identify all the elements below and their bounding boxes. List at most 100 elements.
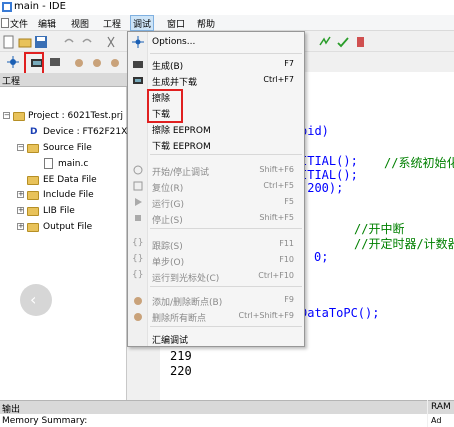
- back-arrow-button[interactable]: ‹: [20, 284, 52, 316]
- menu-label: 擦除 EEPROM: [152, 126, 211, 136]
- options-toolbar-icon[interactable]: [6, 55, 20, 69]
- output-panel-header: 输出: [0, 400, 427, 415]
- ram-panel-title: RAM: [431, 402, 451, 412]
- menu-item-build[interactable]: 生成(B) F7: [128, 56, 304, 72]
- menu-window[interactable]: 窗口: [167, 17, 185, 30]
- menu-separator: [150, 154, 302, 155]
- menu-item-reset[interactable]: 复位(R) Ctrl+F5: [128, 178, 304, 194]
- project-panel-header: 工程: [0, 73, 127, 87]
- menu-edit[interactable]: 编辑: [38, 17, 56, 30]
- menu-shortcut: F11: [279, 239, 294, 248]
- hand-icon-2[interactable]: [90, 55, 104, 69]
- menu-shortcut: Ctrl+F5: [263, 181, 294, 190]
- menu-label: 生成并下载: [152, 78, 198, 88]
- menu-label: 开始/停止调试: [152, 168, 210, 178]
- menu-item-clear-breakpoints[interactable]: 删除所有断点 Ctrl+Shift+F9: [128, 308, 304, 324]
- highlight-box-download: [147, 89, 183, 123]
- open-folder-icon[interactable]: [18, 35, 32, 49]
- undo-icon[interactable]: [62, 35, 76, 49]
- folder-icon: [27, 207, 39, 216]
- check-icon[interactable]: [336, 35, 350, 49]
- menu-item-run[interactable]: 运行(G) F5: [128, 194, 304, 210]
- menu-label: 添加/删除断点(B): [152, 298, 223, 308]
- tree-item-output-file[interactable]: Output File: [43, 222, 92, 232]
- tree-item-device[interactable]: Device : FT62F21X: [43, 127, 127, 137]
- menu-bar: 文件 编辑 视图 工程 调试 窗口 帮助: [0, 15, 454, 31]
- save-icon[interactable]: [34, 35, 48, 49]
- menu-label: 删除所有断点: [152, 314, 207, 324]
- menu-shortcut: Ctrl+F7: [263, 75, 294, 84]
- code-line: DataToPC();: [300, 306, 380, 320]
- menu-help[interactable]: 帮助: [197, 17, 215, 30]
- bookmark-icon[interactable]: [354, 35, 368, 49]
- window-title: main - IDE: [14, 1, 66, 12]
- menu-label: 单步(O): [152, 258, 185, 268]
- project-panel: − Project : 6021Test.prj D Device : FT62…: [0, 87, 127, 400]
- menu-label: 运行到光标处(C): [152, 274, 220, 284]
- folder-icon: [27, 176, 39, 185]
- new-file-icon[interactable]: [2, 35, 16, 49]
- tree-item-lib-file[interactable]: LIB File: [43, 206, 75, 216]
- output-panel: Memory Summary:: [0, 414, 427, 427]
- menu-item-build-and-download[interactable]: 生成并下载 Ctrl+F7: [128, 72, 304, 88]
- title-bar: main - IDE: [0, 0, 454, 15]
- menu-item-toggle-breakpoint[interactable]: 添加/删除断点(B) F9: [128, 292, 304, 308]
- code-line: ITIAL();: [300, 154, 358, 168]
- collapse-toggle[interactable]: −: [3, 112, 10, 119]
- menu-shortcut: Ctrl+Shift+F9: [238, 311, 294, 320]
- menu-item-assembly-debug[interactable]: 汇编调试: [128, 330, 304, 346]
- menu-item-options[interactable]: Options...: [128, 34, 304, 50]
- clear-breakpoints-icon: [134, 313, 142, 321]
- step-into-icon: {}: [132, 238, 144, 248]
- menu-item-run-to-cursor[interactable]: {} 运行到光标处(C) Ctrl+F10: [128, 268, 304, 284]
- stop-icon: [135, 215, 141, 221]
- build-download-icon: [133, 77, 143, 84]
- menu-label: 生成(B): [152, 62, 184, 72]
- options-icon: [132, 36, 144, 48]
- menu-debug[interactable]: 调试: [130, 15, 155, 31]
- chevron-left-icon: ‹: [30, 290, 37, 309]
- hand-icon-1[interactable]: [72, 55, 86, 69]
- menu-shortcut: F9: [284, 295, 294, 304]
- tree-item-include-file[interactable]: Include File: [43, 190, 94, 200]
- debug-start-icon: [133, 165, 143, 175]
- code-line: (200);: [300, 181, 344, 195]
- menu-view[interactable]: 视图: [71, 17, 89, 30]
- menu-shortcut: Ctrl+F10: [258, 271, 294, 280]
- expand-toggle[interactable]: +: [17, 207, 24, 214]
- breakpoint-icon: [134, 297, 142, 305]
- menu-item-start-stop-debug[interactable]: 开始/停止调试 Shift+F6: [128, 162, 304, 178]
- folder-icon: [27, 144, 39, 153]
- redo-icon[interactable]: [80, 35, 94, 49]
- menu-item-step-into[interactable]: {} 跟踪(S) F11: [128, 236, 304, 252]
- collapse-toggle[interactable]: −: [17, 144, 24, 151]
- menu-file[interactable]: 文件: [10, 17, 28, 30]
- output-text: Memory Summary:: [2, 416, 88, 426]
- expand-toggle[interactable]: +: [17, 191, 24, 198]
- menu-item-download-eeprom[interactable]: 下载 EEPROM: [128, 136, 304, 152]
- menu-item-step-over[interactable]: {} 单步(O) F10: [128, 252, 304, 268]
- menu-label: Options...: [152, 37, 196, 47]
- cut-icon[interactable]: [104, 35, 118, 49]
- line-number: 220: [170, 364, 192, 378]
- expand-toggle[interactable]: +: [17, 223, 24, 230]
- menu-shortcut: F7: [284, 59, 294, 68]
- tree-item-ee-data-file[interactable]: EE Data File: [43, 175, 97, 185]
- tree-item-project[interactable]: Project : 6021Test.prj: [28, 111, 123, 121]
- menu-separator: [150, 53, 302, 54]
- compile-icon[interactable]: [318, 35, 332, 49]
- device-icon: D: [30, 127, 38, 137]
- code-comment: //系统初始化: [384, 156, 454, 170]
- menu-project[interactable]: 工程: [103, 17, 121, 30]
- app-icon: [2, 2, 12, 12]
- debug-dropdown-menu: Options... 生成(B) F7 生成并下载 Ctrl+F7 擦除 下载 …: [127, 31, 305, 347]
- chip-icon[interactable]: [48, 55, 62, 69]
- menu-label: 运行(G): [152, 200, 184, 210]
- hand-icon-3[interactable]: [108, 55, 122, 69]
- step-over-icon: {}: [132, 254, 144, 264]
- menu-item-stop[interactable]: 停止(S) Shift+F5: [128, 210, 304, 226]
- tree-item-main-c[interactable]: main.c: [58, 159, 88, 169]
- menu-label: 复位(R): [152, 184, 184, 194]
- tree-item-source-file[interactable]: Source File: [43, 143, 92, 153]
- code-line: 0;: [314, 250, 329, 264]
